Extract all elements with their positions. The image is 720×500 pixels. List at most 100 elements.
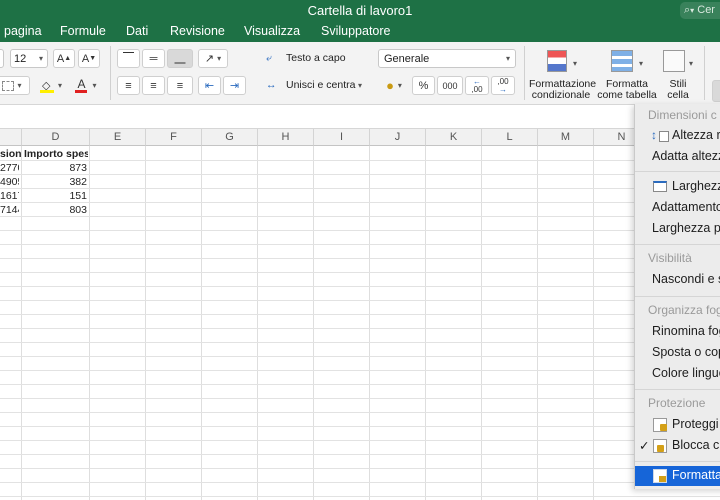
menu-separator bbox=[635, 461, 720, 462]
menu-section-dimensions: Dimensioni c bbox=[648, 108, 717, 122]
ribbon: 12 ▾ A ▲ A ▼ ▾ ◇ ▾ A ▾ ⎺ ═ ⎽ ↗ ▾ ≡ ≡ ≡ ⇤… bbox=[0, 42, 720, 105]
menu-item-protect-sheet[interactable]: Proteggi bbox=[635, 415, 720, 435]
conditional-formatting-icon bbox=[547, 50, 567, 72]
cell-c5[interactable]: 7144 bbox=[0, 203, 19, 217]
menu-item-rename-sheet[interactable]: Rinomina fog bbox=[635, 322, 720, 342]
lock-icon bbox=[653, 439, 667, 453]
font-color-button[interactable]: A ▾ bbox=[70, 76, 102, 95]
menu-item-lock-cells[interactable]: ✓ Blocca c bbox=[635, 436, 720, 456]
tab-visualizza[interactable]: Visualizza bbox=[244, 24, 300, 38]
fill-color-button[interactable]: ◇ ▾ bbox=[34, 76, 68, 95]
tab-formule[interactable]: Formule bbox=[60, 24, 106, 38]
column-header-e[interactable]: E bbox=[90, 129, 146, 146]
tab-revisione[interactable]: Revisione bbox=[170, 24, 225, 38]
text-orientation-icon: ↗ bbox=[204, 53, 215, 65]
tab-sviluppatore[interactable]: Sviluppatore bbox=[321, 24, 391, 38]
formula-bar[interactable] bbox=[0, 105, 720, 129]
align-top-button[interactable]: ⎺ bbox=[117, 49, 140, 68]
align-bottom-button[interactable]: ⎽ bbox=[167, 49, 193, 68]
chevron-down-icon: ▾ bbox=[57, 81, 62, 90]
gridline bbox=[593, 146, 594, 500]
align-left-button[interactable]: ≡ bbox=[117, 76, 140, 95]
cell-c3[interactable]: 4905 bbox=[0, 175, 19, 189]
chevron-down-icon: ▾ bbox=[39, 54, 44, 63]
format-table-label-2: come tabella bbox=[597, 89, 657, 101]
increase-indent-button[interactable]: ⇥ bbox=[223, 76, 246, 95]
menu-item-format-cells[interactable]: Formatta bbox=[635, 466, 720, 486]
chevron-down-icon: ▾ bbox=[217, 54, 222, 63]
menu-separator bbox=[635, 389, 720, 390]
cell-styles-icon bbox=[663, 50, 685, 72]
align-right-button[interactable]: ≡ bbox=[167, 76, 193, 95]
decrease-decimal-button[interactable]: ,00 → bbox=[491, 76, 515, 95]
column-header-f[interactable]: F bbox=[146, 129, 202, 146]
column-header-i[interactable]: I bbox=[314, 129, 370, 146]
gridline bbox=[0, 356, 720, 357]
cell-c2[interactable]: 2770 bbox=[0, 161, 19, 175]
column-width-icon bbox=[653, 181, 667, 192]
gridline bbox=[0, 286, 720, 287]
search-dropdown-icon: ▾ bbox=[690, 6, 695, 15]
orientation-button[interactable]: ↗ ▾ bbox=[198, 49, 228, 68]
align-top-icon: ⎺ bbox=[123, 52, 134, 64]
cell-d1[interactable]: Importo speso bbox=[24, 147, 88, 161]
column-header-c[interactable] bbox=[0, 129, 22, 146]
tab-layout-pagina[interactable]: pagina bbox=[4, 24, 42, 38]
decrease-indent-icon: ⇤ bbox=[204, 80, 215, 92]
increase-decimal-button[interactable]: ← ,00 bbox=[465, 76, 489, 95]
cell-styles-button[interactable]: ▾ Stili cella bbox=[657, 47, 699, 101]
cell-d3[interactable]: 382 bbox=[22, 175, 87, 189]
column-header-j[interactable]: J bbox=[370, 129, 426, 146]
merge-center-button[interactable]: Unisci e centra bbox=[286, 79, 355, 91]
number-format-select[interactable]: Generale ▾ bbox=[378, 49, 516, 68]
column-header-h[interactable]: H bbox=[258, 129, 314, 146]
format-button[interactable] bbox=[712, 80, 720, 102]
column-header-m[interactable]: M bbox=[538, 129, 594, 146]
gridline bbox=[0, 258, 720, 259]
menu-item-tab-color[interactable]: Colore lingue bbox=[635, 364, 720, 384]
column-header-l[interactable]: L bbox=[482, 129, 538, 146]
column-header-d[interactable]: D bbox=[22, 129, 90, 146]
shrink-font-button[interactable]: A ▼ bbox=[78, 49, 100, 68]
cell-d4[interactable]: 151 bbox=[22, 189, 87, 203]
menu-item-autofit-height[interactable]: Adatta altezz bbox=[635, 147, 720, 167]
menu-item-autofit-width[interactable]: Adattamento bbox=[635, 198, 720, 218]
cell-c4[interactable]: 1617 bbox=[0, 189, 19, 203]
gridline bbox=[0, 174, 720, 175]
excel-window: Cartella di lavoro1 ⌕▾ Cer pagina Formul… bbox=[0, 0, 720, 500]
percent-button[interactable]: % bbox=[412, 76, 435, 95]
tab-dati[interactable]: Dati bbox=[126, 24, 148, 38]
wrap-text-icon: ⤶ bbox=[266, 52, 272, 64]
chevron-down-icon: ▾ bbox=[358, 81, 363, 90]
decrease-indent-button[interactable]: ⇤ bbox=[198, 76, 221, 95]
gridline bbox=[0, 468, 720, 469]
menu-item-default-width[interactable]: Larghezza p bbox=[635, 219, 720, 239]
conditional-formatting-button[interactable]: ▾ Formattazione condizionale bbox=[529, 47, 596, 101]
format-as-table-button[interactable]: ▾ Formatta come tabella bbox=[597, 47, 657, 101]
cell-d2[interactable]: 873 bbox=[22, 161, 87, 175]
coins-icon: ● bbox=[386, 78, 394, 93]
accounting-format-button[interactable]: ● ▾ bbox=[378, 76, 410, 95]
gridline bbox=[481, 146, 482, 500]
align-middle-button[interactable]: ═ bbox=[142, 49, 165, 68]
column-header-k[interactable]: K bbox=[426, 129, 482, 146]
menu-item-move-copy[interactable]: Sposta o cop bbox=[635, 343, 720, 363]
menu-item-column-width[interactable]: Larghezz bbox=[635, 177, 720, 197]
cell-c1[interactable]: sioni bbox=[0, 147, 21, 161]
thousands-separator-button[interactable]: 000 bbox=[437, 76, 463, 95]
triangle-up-icon: ▲ bbox=[64, 55, 72, 62]
column-header-g[interactable]: G bbox=[202, 129, 258, 146]
format-cells-icon bbox=[653, 469, 667, 483]
wrap-text-button[interactable]: Testo a capo bbox=[286, 52, 346, 64]
menu-item-row-height[interactable]: ↕ Altezza r bbox=[635, 126, 720, 146]
align-center-button[interactable]: ≡ bbox=[142, 76, 165, 95]
cell-d5[interactable]: 803 bbox=[22, 203, 87, 217]
font-size-select[interactable]: 12 ▾ bbox=[10, 49, 48, 68]
search-box[interactable]: ⌕▾ Cer bbox=[680, 2, 720, 19]
borders-button[interactable]: ▾ bbox=[0, 76, 30, 95]
align-center-icon: ≡ bbox=[150, 79, 157, 92]
grow-font-button[interactable]: A ▲ bbox=[53, 49, 75, 68]
font-name-select[interactable] bbox=[0, 49, 4, 68]
menu-item-hide-show[interactable]: Nascondi e s bbox=[635, 270, 720, 290]
align-bottom-icon: ⎽ bbox=[174, 52, 186, 64]
